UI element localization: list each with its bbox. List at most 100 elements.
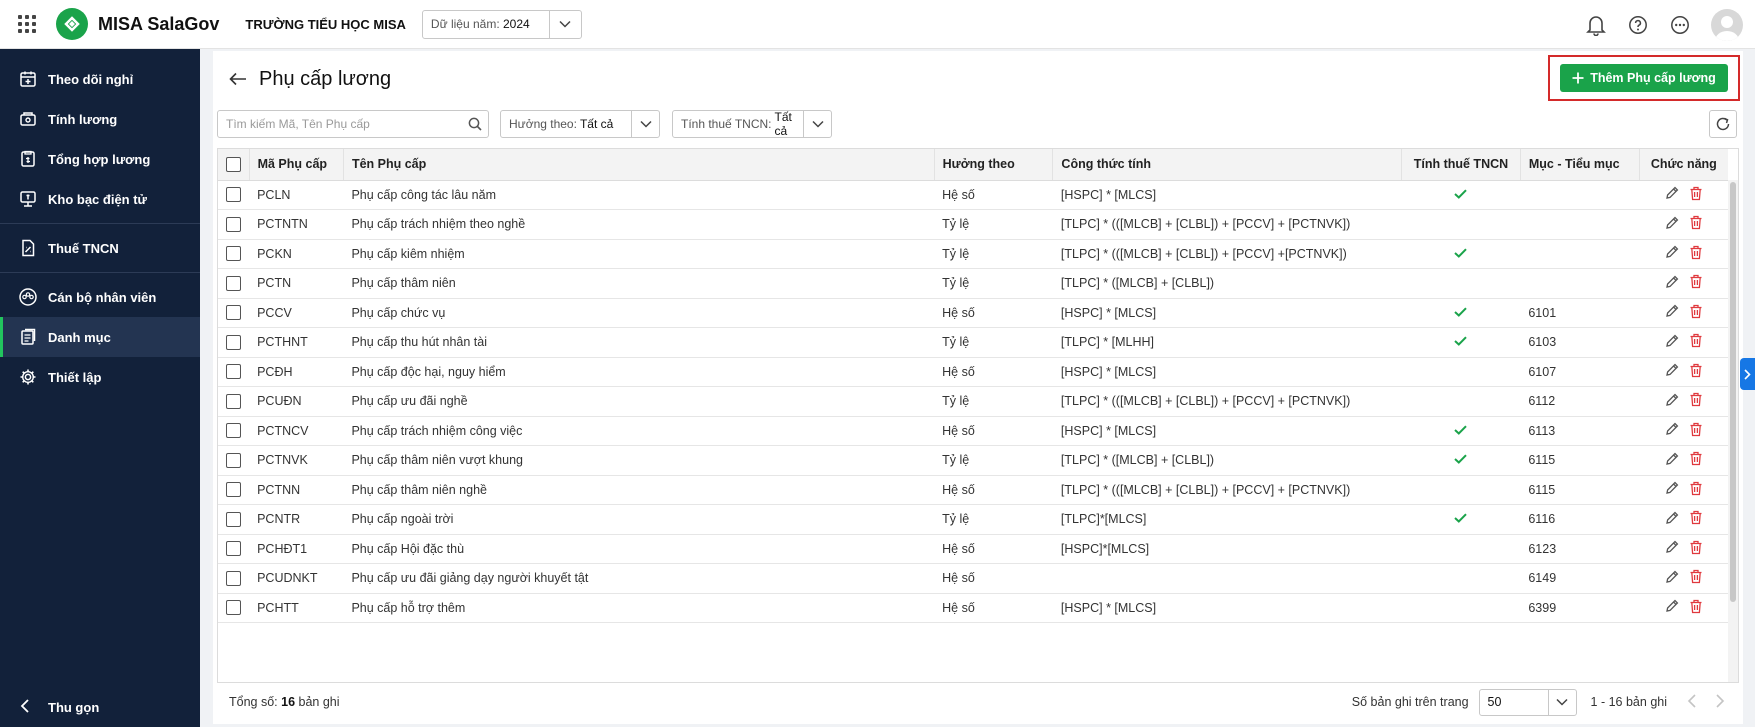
search-input[interactable] bbox=[218, 117, 462, 131]
refresh-button[interactable] bbox=[1709, 110, 1737, 138]
delete-icon[interactable] bbox=[1689, 304, 1703, 322]
row-checkbox[interactable] bbox=[226, 511, 242, 527]
back-arrow-icon[interactable] bbox=[227, 68, 249, 90]
edit-icon[interactable] bbox=[1665, 511, 1679, 528]
row-checkbox[interactable] bbox=[226, 600, 242, 616]
column-header[interactable]: Công thức tính bbox=[1052, 149, 1403, 181]
sidebar-item-thue-tncn[interactable]: Thuế TNCN bbox=[0, 228, 200, 268]
delete-icon[interactable] bbox=[1689, 333, 1703, 351]
sidebar-item-can-bo[interactable]: Cán bộ nhân viên bbox=[0, 277, 200, 317]
delete-icon[interactable] bbox=[1689, 569, 1703, 587]
row-checkbox[interactable] bbox=[226, 423, 242, 439]
row-checkbox[interactable] bbox=[226, 452, 242, 468]
row-checkbox[interactable] bbox=[226, 364, 242, 380]
table-row[interactable]: PCTNCV Phụ cấp trách nhiệm công việc Hệ số… bbox=[218, 416, 1728, 446]
edit-icon[interactable] bbox=[1665, 393, 1679, 410]
row-checkbox[interactable] bbox=[226, 216, 242, 232]
search-icon[interactable] bbox=[462, 117, 488, 131]
row-checkbox[interactable] bbox=[226, 334, 242, 350]
per-page-select[interactable]: 50 bbox=[1478, 688, 1577, 716]
table-row[interactable]: PCTN Phụ cấp thâm niên Tỷ lệ [TLPC] * ([MLC… bbox=[218, 269, 1728, 298]
chevron-down-icon[interactable] bbox=[631, 111, 659, 137]
delete-icon[interactable] bbox=[1689, 510, 1703, 528]
edit-icon[interactable] bbox=[1665, 186, 1679, 203]
delete-icon[interactable] bbox=[1689, 215, 1703, 233]
edit-icon[interactable] bbox=[1665, 570, 1679, 587]
column-header[interactable]: Tính thuế TNCN bbox=[1401, 149, 1521, 181]
prev-page-icon[interactable] bbox=[1687, 693, 1697, 711]
edit-icon[interactable] bbox=[1665, 275, 1679, 292]
more-icon[interactable] bbox=[1669, 14, 1691, 36]
delete-icon[interactable] bbox=[1689, 599, 1703, 617]
edit-icon[interactable] bbox=[1665, 363, 1679, 380]
table-row[interactable]: PCTNN Phụ cấp thâm niên nghề Hệ số [TLPC] *… bbox=[218, 475, 1728, 505]
edit-icon[interactable] bbox=[1665, 422, 1679, 439]
table-row[interactable]: PCUĐN Phụ cấp ưu đãi nghề Tỷ lệ [TLPC] * ((… bbox=[218, 387, 1728, 416]
table-row[interactable]: PCHĐT1 Phụ cấp Hội đặc thù Hệ số [HSPC]*[ML… bbox=[218, 534, 1728, 564]
column-header[interactable]: Mục - Tiểu mục bbox=[1520, 149, 1640, 181]
chevron-down-icon[interactable] bbox=[1547, 689, 1576, 715]
edit-icon[interactable] bbox=[1665, 304, 1679, 321]
edit-icon[interactable] bbox=[1665, 481, 1679, 498]
column-header[interactable]: Tên Phụ cấp bbox=[343, 149, 935, 181]
column-header[interactable]: Hưởng theo bbox=[934, 149, 1054, 181]
sidebar-item-thiet-lap[interactable]: Thiết lập bbox=[0, 357, 200, 397]
delete-icon[interactable] bbox=[1689, 363, 1703, 381]
column-header[interactable]: Mã Phụ cấp bbox=[249, 149, 344, 181]
edit-icon[interactable] bbox=[1665, 452, 1679, 469]
table-row[interactable]: PCHTT Phụ cấp hỗ trợ thêm Hệ số [HSPC] * [M… bbox=[218, 593, 1728, 623]
edit-icon[interactable] bbox=[1665, 216, 1679, 233]
expand-panel-tab[interactable] bbox=[1740, 358, 1755, 390]
sidebar-item-tong-hop-luong[interactable]: Tổng hợp lương bbox=[0, 139, 200, 179]
delete-icon[interactable] bbox=[1689, 245, 1703, 263]
row-checkbox[interactable] bbox=[226, 482, 242, 498]
row-checkbox[interactable] bbox=[226, 246, 242, 262]
row-checkbox[interactable] bbox=[226, 187, 242, 203]
sidebar-item-danh-muc[interactable]: Danh mục bbox=[0, 317, 200, 357]
filter-thue-tncn[interactable]: Tính thuế TNCN: Tất cả bbox=[672, 110, 832, 138]
year-select[interactable]: Dữ liệu năm: 2024 bbox=[421, 9, 582, 39]
table-row[interactable]: PCNTR Phụ cấp ngoài trời Tỷ lệ [TLPC]*[MLCS… bbox=[218, 505, 1728, 534]
chevron-down-icon[interactable] bbox=[803, 111, 831, 137]
delete-icon[interactable] bbox=[1689, 186, 1703, 204]
vertical-scrollbar[interactable] bbox=[1728, 180, 1738, 682]
edit-icon[interactable] bbox=[1665, 540, 1679, 557]
edit-icon[interactable] bbox=[1665, 245, 1679, 262]
sidebar-item-kho-bac[interactable]: Kho bạc điện tử bbox=[0, 179, 200, 219]
table-row[interactable]: PCLN Phụ cấp công tác lâu năm Hệ số [HSPC] … bbox=[218, 180, 1728, 210]
table-row[interactable]: PCĐH Phụ cấp độc hại, nguy hiểm Hệ số [HSPC… bbox=[218, 357, 1728, 387]
table-row[interactable]: PCTNTN Phụ cấp trách nhiệm theo nghề Tỷ lệ… bbox=[218, 210, 1728, 239]
table-row[interactable]: PCCV Phụ cấp chức vụ Hệ số [HSPC] * [MLCS] 6… bbox=[218, 298, 1728, 328]
row-checkbox[interactable] bbox=[226, 570, 242, 586]
sidebar-item-theo-doi-nghi[interactable]: Theo dõi nghỉ bbox=[0, 59, 200, 99]
row-checkbox[interactable] bbox=[226, 275, 242, 291]
scrollbar-thumb[interactable] bbox=[1730, 182, 1736, 602]
table-row[interactable]: PCKN Phụ cấp kiêm nhiệm Tỷ lệ [TLPC] * (([M… bbox=[218, 239, 1728, 269]
avatar[interactable] bbox=[1711, 8, 1743, 41]
add-allowance-button[interactable]: Thêm Phụ cấp lương bbox=[1560, 64, 1728, 92]
delete-icon[interactable] bbox=[1689, 392, 1703, 410]
next-page-icon[interactable] bbox=[1715, 693, 1725, 711]
apps-grid-icon[interactable] bbox=[0, 0, 54, 49]
delete-icon[interactable] bbox=[1689, 481, 1703, 499]
collapse-button[interactable]: Thu gọn bbox=[0, 687, 200, 727]
delete-icon[interactable] bbox=[1689, 422, 1703, 440]
delete-icon[interactable] bbox=[1689, 451, 1703, 469]
sidebar-item-tinh-luong[interactable]: Tính lương bbox=[0, 99, 200, 139]
table-row[interactable]: PCUDNKT Phụ cấp ưu đãi giảng dạy người kh… bbox=[218, 564, 1728, 593]
chevron-down-icon[interactable] bbox=[548, 10, 581, 38]
table-row[interactable]: PCTNVK Phụ cấp thâm niên vượt khung Tỷ lệ [… bbox=[218, 446, 1728, 475]
filter-huong-theo[interactable]: Hưởng theo: Tất cả bbox=[500, 110, 660, 138]
edit-icon[interactable] bbox=[1665, 334, 1679, 351]
delete-icon[interactable] bbox=[1689, 274, 1703, 292]
edit-icon[interactable] bbox=[1665, 599, 1679, 616]
delete-icon[interactable] bbox=[1689, 540, 1703, 558]
select-all-checkbox[interactable] bbox=[225, 156, 241, 172]
row-checkbox[interactable] bbox=[226, 393, 242, 409]
cell-cong-thuc: [TLPC] * (([MLCB] + [CLBL]) + [PCCV] + [… bbox=[1060, 394, 1351, 409]
bell-icon[interactable] bbox=[1585, 14, 1607, 36]
help-icon[interactable] bbox=[1627, 14, 1649, 36]
table-row[interactable]: PCTHNT Phụ cấp thu hút nhân tài Tỷ lệ [TLPC… bbox=[218, 328, 1728, 357]
row-checkbox[interactable] bbox=[226, 541, 242, 557]
row-checkbox[interactable] bbox=[226, 305, 242, 321]
